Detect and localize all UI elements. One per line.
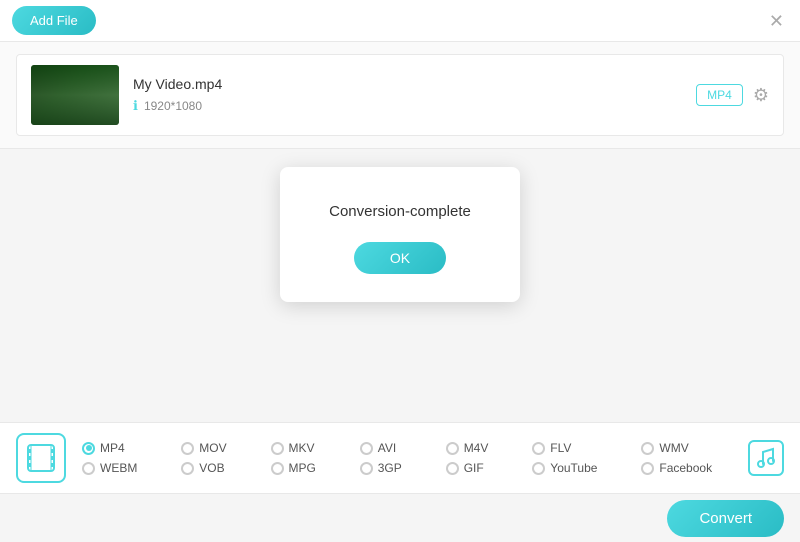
radio-gif[interactable] [446, 462, 459, 475]
format-avi[interactable]: AVI [360, 441, 426, 455]
format-options: MP4 MOV MKV AVI M4V FLV WMV WEBM [82, 441, 736, 475]
label-webm: WEBM [100, 461, 137, 475]
dialog-ok-button[interactable]: OK [354, 242, 446, 274]
file-actions: MP4 ⚙ [696, 84, 769, 106]
radio-webm[interactable] [82, 462, 95, 475]
dialog-overlay: Conversion-complete OK [0, 149, 800, 319]
video-format-icon[interactable] [16, 433, 66, 483]
add-file-button[interactable]: Add File [12, 6, 96, 35]
radio-vob[interactable] [181, 462, 194, 475]
title-bar: Add File ✕ [0, 0, 800, 42]
format-mkv[interactable]: MKV [271, 441, 340, 455]
label-avi: AVI [378, 441, 396, 455]
format-mpg[interactable]: MPG [271, 461, 340, 475]
label-m4v: M4V [464, 441, 489, 455]
label-mpg: MPG [289, 461, 316, 475]
file-info: My Video.mp4 ℹ 1920*1080 [133, 76, 682, 114]
file-meta: ℹ 1920*1080 [133, 98, 682, 114]
format-facebook[interactable]: Facebook [641, 461, 736, 475]
format-gif[interactable]: GIF [446, 461, 513, 475]
label-wmv: WMV [659, 441, 688, 455]
radio-mov[interactable] [181, 442, 194, 455]
format-bar: MP4 MOV MKV AVI M4V FLV WMV WEBM [0, 422, 800, 494]
file-thumbnail [31, 65, 119, 125]
file-resolution: 1920*1080 [144, 99, 202, 113]
radio-mpg[interactable] [271, 462, 284, 475]
audio-format-icon[interactable] [748, 440, 784, 476]
format-3gp[interactable]: 3GP [360, 461, 426, 475]
file-item: My Video.mp4 ℹ 1920*1080 MP4 ⚙ [16, 54, 784, 136]
radio-facebook[interactable] [641, 462, 654, 475]
radio-3gp[interactable] [360, 462, 373, 475]
format-m4v[interactable]: M4V [446, 441, 513, 455]
middle-area: Conversion-complete OK [0, 149, 800, 319]
format-flv[interactable]: FLV [532, 441, 621, 455]
radio-m4v[interactable] [446, 442, 459, 455]
label-mkv: MKV [289, 441, 315, 455]
format-mp4[interactable]: MP4 [82, 441, 161, 455]
radio-flv[interactable] [532, 442, 545, 455]
music-note-icon [756, 447, 776, 469]
format-wmv[interactable]: WMV [641, 441, 736, 455]
label-facebook: Facebook [659, 461, 712, 475]
format-youtube[interactable]: YouTube [532, 461, 621, 475]
dialog-message: Conversion-complete [304, 203, 496, 220]
radio-youtube[interactable] [532, 462, 545, 475]
close-button[interactable]: ✕ [769, 12, 784, 30]
label-mp4: MP4 [100, 441, 125, 455]
format-mov[interactable]: MOV [181, 441, 250, 455]
film-icon [27, 444, 55, 472]
label-vob: VOB [199, 461, 224, 475]
radio-mkv[interactable] [271, 442, 284, 455]
format-badge[interactable]: MP4 [696, 84, 743, 106]
file-name: My Video.mp4 [133, 76, 682, 92]
radio-avi[interactable] [360, 442, 373, 455]
file-area: My Video.mp4 ℹ 1920*1080 MP4 ⚙ [0, 42, 800, 149]
info-icon: ℹ [133, 98, 138, 114]
radio-mp4[interactable] [82, 442, 95, 455]
label-flv: FLV [550, 441, 571, 455]
label-3gp: 3GP [378, 461, 402, 475]
radio-wmv[interactable] [641, 442, 654, 455]
format-vob[interactable]: VOB [181, 461, 250, 475]
convert-bar: Convert [0, 494, 800, 542]
label-mov: MOV [199, 441, 226, 455]
format-webm[interactable]: WEBM [82, 461, 161, 475]
label-gif: GIF [464, 461, 484, 475]
label-youtube: YouTube [550, 461, 597, 475]
settings-icon[interactable]: ⚙ [753, 85, 769, 106]
convert-button[interactable]: Convert [667, 500, 784, 537]
conversion-dialog: Conversion-complete OK [280, 167, 520, 302]
